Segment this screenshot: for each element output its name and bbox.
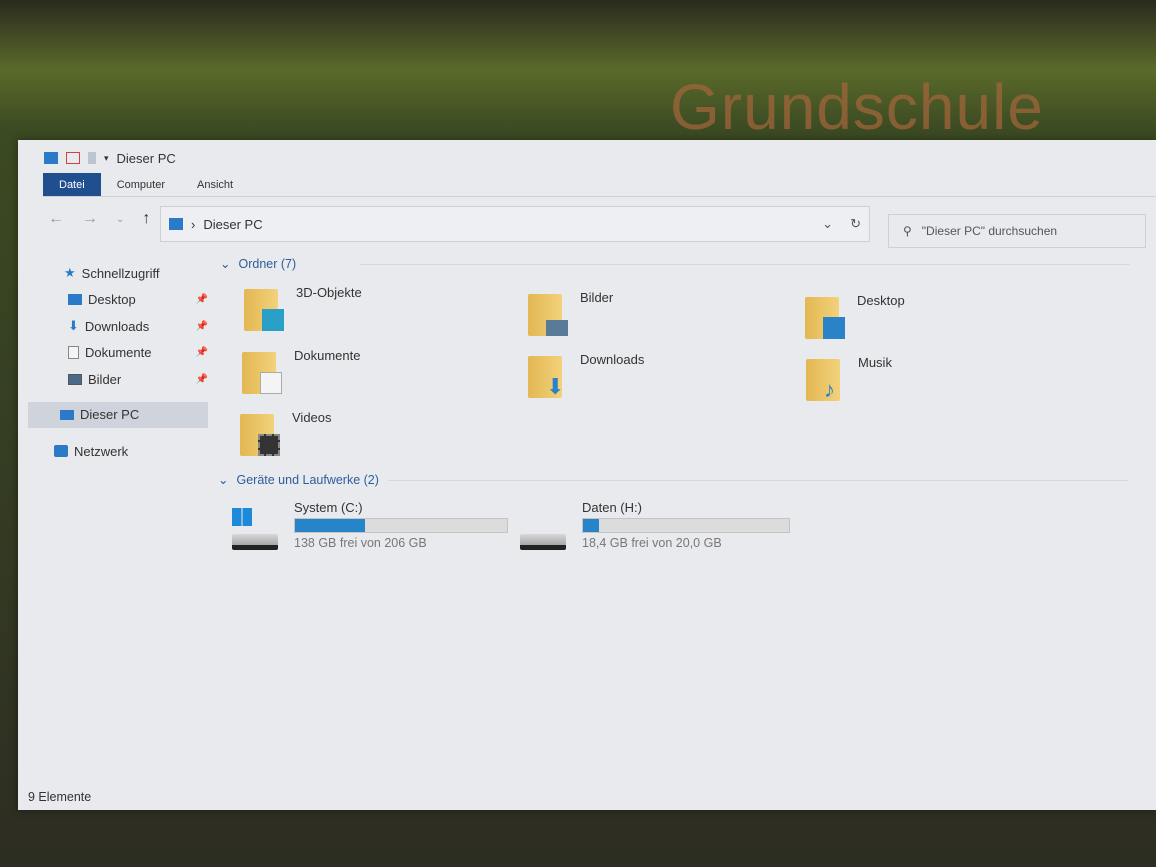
wallpaper-text: Grundschule bbox=[670, 71, 1044, 143]
breadcrumb-separator-icon[interactable]: › bbox=[191, 217, 195, 232]
drive-name: System (C:) bbox=[294, 500, 363, 515]
sidebar-item-dieser-pc[interactable]: Dieser PC bbox=[28, 401, 208, 428]
chevron-down-icon[interactable]: ⌄ bbox=[220, 256, 230, 271]
properties-icon[interactable] bbox=[66, 152, 80, 164]
sidebar-item-label: Dieser PC bbox=[80, 407, 140, 423]
folder-dokumente[interactable]: Dokumente bbox=[242, 348, 360, 394]
forward-arrow-icon[interactable]: → bbox=[82, 210, 98, 228]
windows-drive-icon bbox=[230, 508, 280, 550]
drive-usage-fill bbox=[295, 519, 365, 532]
group-label: Ordner (7) bbox=[238, 256, 297, 271]
pictures-folder-icon bbox=[528, 290, 568, 336]
folder-downloads[interactable]: ⬇ Downloads bbox=[528, 352, 644, 398]
sidebar-item-schnellzugriff[interactable]: ★ Schnellzugriff bbox=[28, 260, 208, 287]
star-icon: ★ bbox=[64, 265, 76, 281]
divider bbox=[388, 480, 1128, 481]
drive-usage-fill bbox=[583, 519, 600, 532]
drive-icon bbox=[518, 510, 568, 550]
sidebar-item-bilder[interactable]: Bilder 📌 bbox=[28, 366, 208, 393]
pin-icon[interactable]: 📌 bbox=[196, 294, 208, 305]
refresh-icon[interactable]: ↻ bbox=[850, 216, 861, 232]
drive-free-space: 138 GB frei von 206 GB bbox=[294, 536, 427, 550]
folder-desktop[interactable]: Desktop bbox=[805, 293, 905, 339]
sidebar-item-dokumente[interactable]: Dokumente 📌 bbox=[28, 340, 208, 367]
window-title: Dieser PC bbox=[116, 150, 176, 166]
title-bar: ▾ Dieser PC bbox=[44, 146, 176, 170]
folder-bilder[interactable]: Bilder bbox=[528, 290, 613, 336]
customize-toolbar-icon[interactable]: ▾ bbox=[104, 153, 109, 164]
sidebar-item-netzwerk[interactable]: Netzwerk bbox=[28, 438, 208, 465]
sidebar-item-desktop[interactable]: Desktop 📌 bbox=[28, 287, 208, 314]
tab-computer[interactable]: Computer bbox=[101, 173, 181, 196]
drive-daten-h[interactable]: Daten (H:) 18,4 GB frei von 20,0 GB bbox=[518, 500, 790, 550]
tab-ansicht[interactable]: Ansicht bbox=[181, 173, 249, 196]
drive-usage-bar bbox=[294, 518, 508, 533]
navigation-pane: ★ Schnellzugriff Desktop 📌 ⬇ Downloads 📌 Dok… bbox=[28, 260, 208, 465]
address-bar[interactable]: › Dieser PC ⌄ ↻ bbox=[160, 206, 870, 242]
ribbon-tabs: Datei Computer Ansicht bbox=[43, 173, 1156, 197]
group-header-ordner[interactable]: ⌄ Ordner (7) bbox=[220, 256, 1130, 271]
network-icon bbox=[54, 445, 68, 458]
documents-folder-icon bbox=[242, 348, 282, 394]
divider bbox=[360, 264, 1130, 265]
desktop-icon bbox=[68, 294, 82, 306]
sidebar-item-label: Netzwerk bbox=[74, 443, 129, 459]
download-icon: ⬇ bbox=[68, 318, 79, 334]
document-icon bbox=[68, 346, 79, 360]
search-placeholder: "Dieser PC" durchsuchen bbox=[921, 224, 1058, 238]
search-icon: ⚲ bbox=[903, 224, 912, 238]
status-bar-count: 9 Elemente bbox=[28, 790, 92, 804]
folder-label: Bilder bbox=[580, 290, 614, 305]
downloads-folder-icon: ⬇ bbox=[528, 352, 568, 398]
group-label: Geräte und Laufwerke (2) bbox=[236, 472, 379, 487]
group-header-geraete[interactable]: ⌄ Geräte und Laufwerke (2) bbox=[218, 472, 1128, 487]
computer-icon bbox=[44, 152, 58, 164]
computer-icon bbox=[169, 218, 183, 230]
drive-free-space: 18,4 GB frei von 20,0 GB bbox=[582, 536, 722, 550]
chevron-down-icon[interactable]: ⌄ bbox=[822, 216, 833, 232]
back-arrow-icon[interactable]: ← bbox=[48, 210, 64, 228]
explorer-window: ▾ Dieser PC Datei Computer Ansicht ← → ⌄… bbox=[18, 140, 1156, 810]
drive-usage-bar bbox=[582, 518, 790, 533]
folder-videos[interactable]: Videos bbox=[240, 410, 332, 456]
videos-folder-icon bbox=[240, 410, 280, 456]
folder-label: Dokumente bbox=[294, 348, 361, 363]
sidebar-item-label: Schnellzugriff bbox=[81, 265, 160, 281]
folder-label: 3D-Objekte bbox=[296, 285, 362, 300]
up-arrow-icon[interactable]: ↑ bbox=[142, 210, 150, 228]
folder-3d-objekte[interactable]: 3D-Objekte bbox=[244, 285, 362, 331]
3d-objects-folder-icon bbox=[244, 285, 284, 331]
sidebar-item-label: Bilder bbox=[88, 371, 122, 387]
drive-system-c[interactable]: System (C:) 138 GB frei von 206 GB bbox=[230, 500, 508, 550]
computer-icon bbox=[60, 409, 74, 420]
sidebar-item-label: Desktop bbox=[88, 292, 136, 308]
chevron-down-icon[interactable]: ⌄ bbox=[218, 472, 228, 487]
folder-label: Videos bbox=[292, 410, 332, 425]
folder-musik[interactable]: ♪ Musik bbox=[806, 355, 892, 401]
tab-datei[interactable]: Datei bbox=[43, 173, 101, 196]
pin-icon[interactable]: 📌 bbox=[196, 321, 208, 332]
folder-label: Desktop bbox=[857, 293, 905, 308]
desktop-folder-icon bbox=[805, 293, 845, 339]
sidebar-item-label: Downloads bbox=[84, 318, 150, 334]
folder-label: Downloads bbox=[580, 352, 645, 367]
pin-icon[interactable]: 📌 bbox=[196, 347, 208, 358]
sidebar-item-downloads[interactable]: ⬇ Downloads 📌 bbox=[28, 313, 208, 340]
sidebar-item-label: Dokumente bbox=[85, 345, 152, 361]
drive-name: Daten (H:) bbox=[582, 500, 642, 515]
breadcrumb-dieser-pc[interactable]: Dieser PC bbox=[203, 217, 262, 232]
pictures-icon bbox=[68, 373, 82, 385]
search-input[interactable]: ⚲ "Dieser PC" durchsuchen bbox=[888, 214, 1146, 248]
recent-chevron-icon[interactable]: ⌄ bbox=[116, 214, 124, 225]
folder-label: Musik bbox=[858, 355, 892, 370]
pin-icon[interactable]: 📌 bbox=[196, 374, 208, 385]
music-folder-icon: ♪ bbox=[806, 355, 846, 401]
new-folder-icon[interactable] bbox=[88, 152, 96, 164]
